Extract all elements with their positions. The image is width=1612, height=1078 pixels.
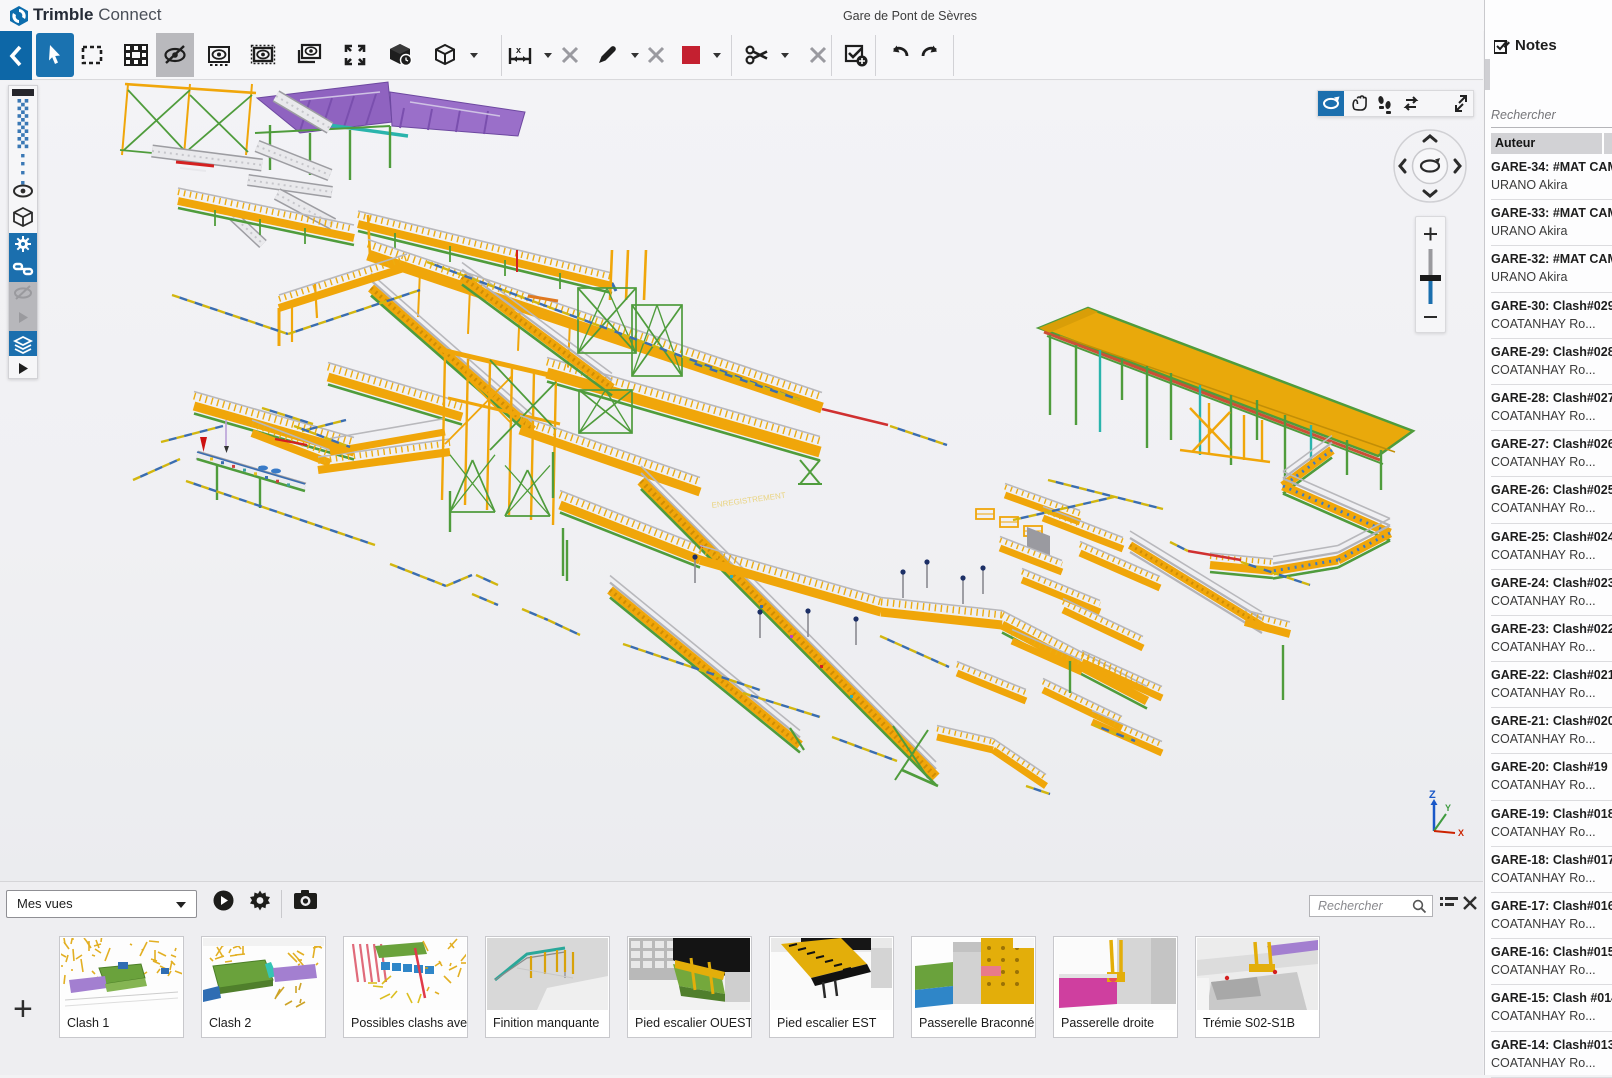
svg-text:x: x xyxy=(516,45,521,55)
svg-text:Y: Y xyxy=(1445,803,1451,813)
svg-text:Z: Z xyxy=(1429,789,1436,801)
svg-text:ENREGISTREMENT: ENREGISTREMENT xyxy=(711,491,786,510)
svg-text:X: X xyxy=(1458,828,1464,836)
